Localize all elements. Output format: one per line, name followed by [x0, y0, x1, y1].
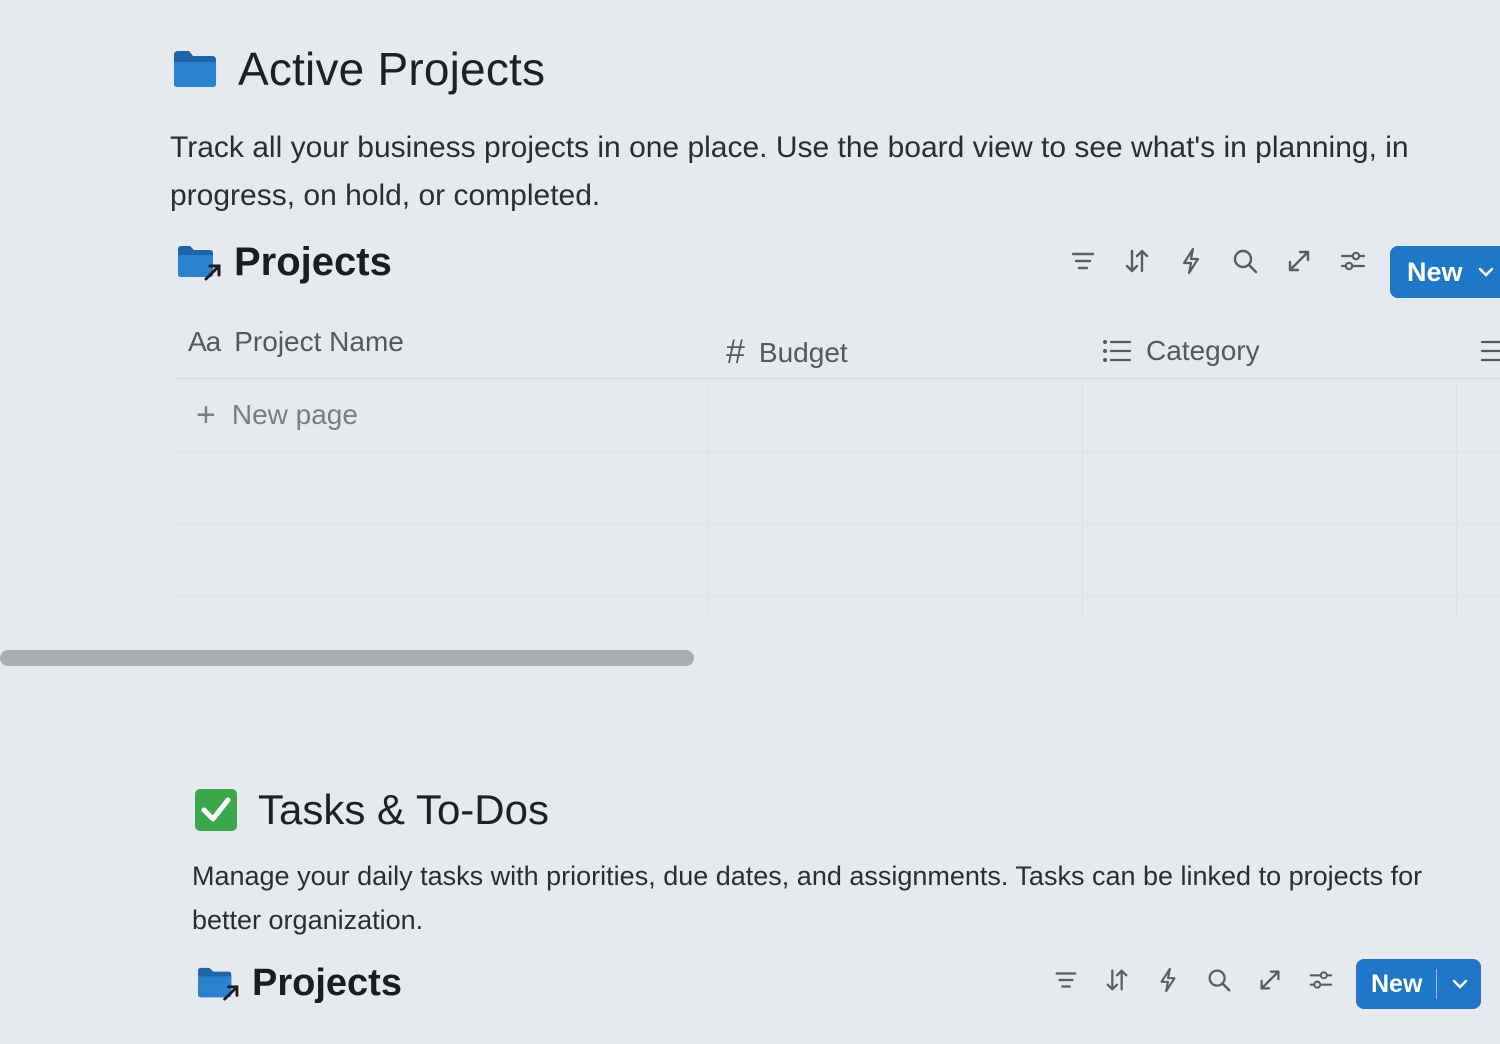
tasks-header: Tasks & To-Dos — [194, 786, 549, 834]
new-page-label: New page — [231, 399, 358, 430]
database-header[interactable]: Projects — [176, 240, 392, 285]
column-header-budget[interactable]: # Budget — [726, 333, 848, 372]
table-row-divider — [176, 452, 1500, 453]
tasks-description: Manage your daily tasks with priorities,… — [192, 861, 1423, 935]
list-icon — [1103, 340, 1132, 362]
page-title: Active Projects — [238, 43, 546, 95]
filter-icon[interactable] — [1068, 246, 1098, 276]
page-header: Active Projects — [172, 42, 545, 96]
table-row-divider — [176, 524, 1500, 525]
database-title[interactable]: Projects — [234, 240, 392, 285]
new-button-label[interactable]: New — [1407, 257, 1463, 288]
database-toolbar — [1052, 966, 1335, 994]
table-column-divider — [1082, 380, 1083, 620]
column-header-category[interactable]: Category — [1102, 335, 1260, 367]
automation-icon[interactable] — [1176, 246, 1206, 276]
sort-icon[interactable] — [1122, 246, 1152, 276]
number-property-icon: # — [726, 333, 745, 371]
page: Active Projects Track all your business … — [0, 0, 1500, 1044]
chevron-down-icon[interactable] — [1451, 975, 1469, 993]
table-header-divider — [176, 378, 1500, 379]
table-row-divider — [176, 596, 1500, 597]
column-label: Category — [1146, 335, 1260, 366]
new-button-label[interactable]: New — [1371, 970, 1422, 999]
column-header-project-name[interactable]: Aa Project Name — [188, 326, 404, 358]
settings-icon[interactable] — [1307, 966, 1335, 994]
button-divider — [1436, 969, 1438, 999]
folder-icon — [174, 51, 216, 87]
horizontal-scrollbar[interactable] — [0, 650, 694, 666]
search-icon[interactable] — [1230, 246, 1260, 276]
expand-icon[interactable] — [1256, 966, 1284, 994]
filter-icon[interactable] — [1052, 966, 1080, 994]
text-property-icon: Aa — [188, 326, 221, 357]
expand-icon[interactable] — [1284, 246, 1314, 276]
search-icon[interactable] — [1205, 966, 1233, 994]
linked-folder-icon — [198, 967, 239, 1001]
list-icon — [1480, 340, 1500, 362]
sort-icon[interactable] — [1103, 966, 1131, 994]
plus-icon: + — [196, 396, 216, 434]
database-title[interactable]: Projects — [252, 962, 402, 1005]
page-description: Track all your business projects in one … — [170, 131, 1409, 212]
database-toolbar — [1068, 246, 1368, 276]
column-label: Budget — [758, 336, 848, 368]
new-page-button[interactable]: + New page — [196, 398, 358, 432]
settings-icon[interactable] — [1338, 246, 1368, 276]
tasks-title: Tasks & To-Dos — [258, 786, 549, 833]
check-mark-icon — [195, 789, 237, 831]
new-button[interactable]: New — [1390, 246, 1500, 298]
linked-folder-icon — [178, 245, 221, 280]
column-label: Project Name — [234, 326, 404, 357]
table-column-divider — [1456, 380, 1457, 620]
database-header[interactable]: Projects — [196, 962, 402, 1005]
table-column-divider — [708, 380, 709, 620]
chevron-down-icon[interactable] — [1477, 263, 1495, 281]
column-header-more[interactable] — [1478, 338, 1500, 364]
new-button[interactable]: New — [1356, 959, 1481, 1009]
automation-icon[interactable] — [1154, 966, 1182, 994]
